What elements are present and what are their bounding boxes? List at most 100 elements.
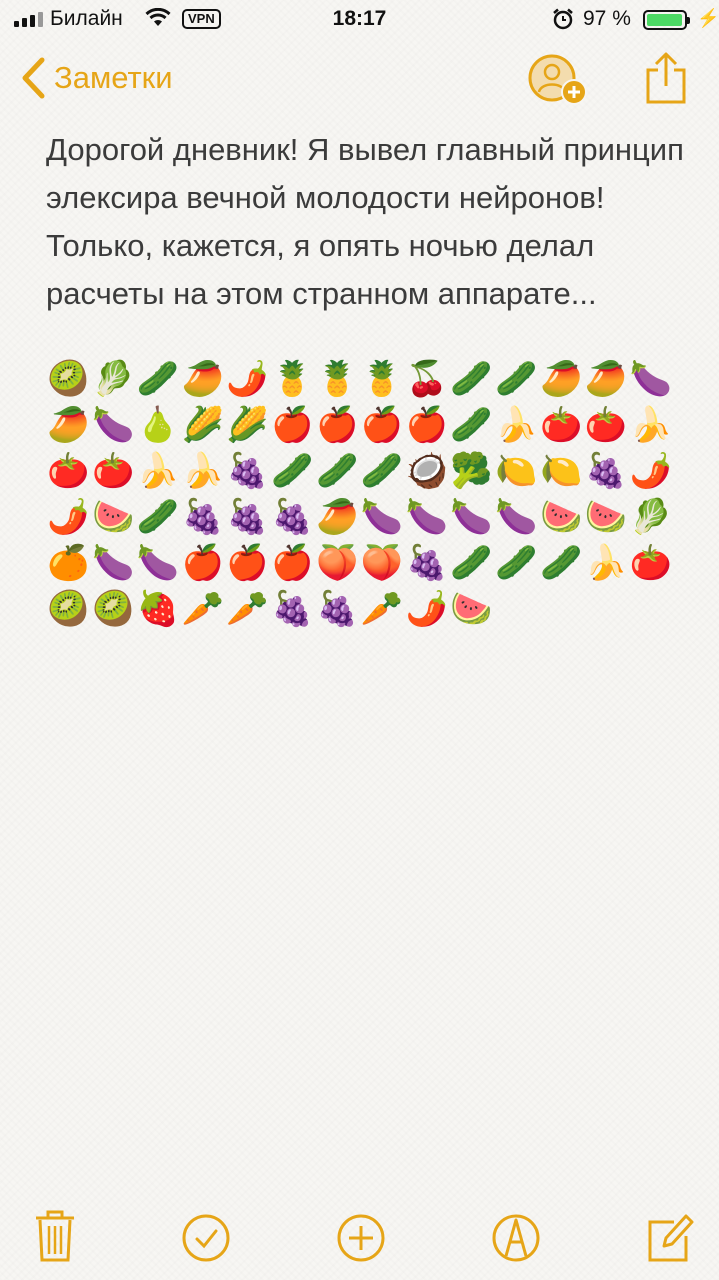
emoji-item: 🥕	[181, 590, 224, 628]
emoji-item: 🍎	[181, 544, 224, 582]
emoji-item: 🍌	[495, 406, 538, 444]
emoji-item: 🍊	[47, 544, 90, 582]
emoji-item: 🌶️	[405, 590, 448, 628]
emoji-item: 🍎	[360, 406, 404, 444]
emoji-item: 🍎	[316, 406, 359, 444]
emoji-item: 🍅	[539, 406, 583, 444]
emoji-item: 🥬	[629, 498, 672, 536]
emoji-item: 🌶️	[629, 452, 672, 490]
note-line: Только, кажется, я опять ночью делал рас…	[46, 228, 597, 311]
emoji-item: 🌽	[181, 406, 224, 444]
emoji-item: 🥒	[450, 406, 493, 444]
trash-icon[interactable]	[30, 1206, 80, 1266]
emoji-item: 🍉	[584, 498, 628, 536]
add-person-icon[interactable]	[526, 54, 590, 106]
emoji-item: 🥝	[92, 590, 135, 628]
markup-icon[interactable]	[491, 1206, 541, 1266]
emoji-item: 🍅	[92, 452, 135, 490]
emoji-item: 🍆	[136, 544, 180, 582]
battery-percent: 97 %	[583, 7, 631, 30]
note-body[interactable]: Дорогой дневник! Я вывел главный принцип…	[46, 126, 686, 318]
emoji-item: 🍓	[136, 590, 180, 628]
emoji-item: 🍇	[584, 452, 628, 490]
emoji-item: 🥭	[539, 360, 583, 398]
emoji-item: 🍇	[316, 590, 359, 628]
emoji-item: 🍎	[271, 544, 314, 582]
alarm-icon	[553, 8, 573, 30]
emoji-item: 🥬	[92, 360, 135, 398]
emoji-item: 🥥	[405, 452, 448, 490]
emoji-item: 🍅	[629, 544, 672, 582]
emoji-item: 🍎	[405, 406, 448, 444]
emoji-item: 🍌	[136, 452, 180, 490]
checklist-icon[interactable]	[181, 1206, 231, 1266]
emoji-item: 🥒	[495, 360, 538, 398]
emoji-item: 🍌	[584, 544, 628, 582]
share-icon[interactable]	[644, 50, 688, 106]
emoji-item: 🥭	[584, 360, 628, 398]
emoji-item: 🍍	[271, 360, 314, 398]
add-icon[interactable]	[336, 1206, 386, 1266]
emoji-item: 🍒	[405, 360, 448, 398]
emoji-item: 🍆	[450, 498, 493, 536]
emoji-item: 🥕	[226, 590, 269, 628]
emoji-item: 🌶️	[226, 360, 269, 398]
battery-icon	[643, 10, 690, 30]
note-line: Дорогой дневник! Я вывел главный принцип…	[46, 132, 684, 215]
emoji-item: 🍎	[226, 544, 269, 582]
emoji-item: 🥝	[47, 360, 90, 398]
emoji-item: 🍉	[450, 590, 493, 628]
emoji-item: 🍋	[495, 452, 538, 490]
emoji-item: 🥒	[360, 452, 404, 490]
emoji-item: 🍆	[629, 360, 672, 398]
emoji-item: 🥒	[450, 360, 493, 398]
emoji-item: 🍆	[92, 406, 135, 444]
emoji-item: 🥒	[316, 452, 359, 490]
emoji-item: 🍍	[360, 360, 404, 398]
emoji-item: 🥒	[271, 452, 314, 490]
emoji-item: 🥦	[450, 452, 493, 490]
emoji-item: 🥕	[360, 590, 404, 628]
emoji-item: 🍌	[181, 452, 224, 490]
emoji-item: 🍑	[360, 544, 404, 582]
emoji-item: 🍅	[584, 406, 628, 444]
emoji-item: 🍅	[47, 452, 90, 490]
emoji-item: 🥒	[136, 498, 180, 536]
emoji-item: 🍇	[226, 452, 269, 490]
back-button[interactable]: Заметки	[18, 56, 173, 100]
emoji-item: 🥒	[136, 360, 180, 398]
emoji-item: 🍆	[360, 498, 404, 536]
emoji-item: 🍇	[271, 498, 314, 536]
emoji-item: 🍇	[271, 590, 314, 628]
back-button-label: Заметки	[54, 60, 173, 95]
emoji-item: 🥭	[47, 406, 90, 444]
emoji-item: 🍎	[271, 406, 314, 444]
emoji-item: 🍑	[316, 544, 359, 582]
emoji-item: 🌶️	[47, 498, 90, 536]
emoji-item: 🍋	[539, 452, 583, 490]
emoji-item: 🥭	[316, 498, 359, 536]
emoji-item: 🍇	[405, 544, 448, 582]
emoji-item: 🍆	[92, 544, 135, 582]
emoji-item: 🥒	[450, 544, 493, 582]
emoji-item: 🥝	[47, 590, 90, 628]
emoji-item: 🍇	[226, 498, 269, 536]
emoji-item: 🌽	[226, 406, 269, 444]
emoji-item: 🥒	[539, 544, 583, 582]
emoji-item: 🥭	[181, 360, 224, 398]
emoji-item: 🍌	[629, 406, 672, 444]
bottom-toolbar	[0, 1206, 719, 1270]
emoji-item: 🍆	[495, 498, 538, 536]
navigation-bar: Заметки	[0, 50, 719, 110]
emoji-content: 🥝 🥬 🥒 🥭 🌶️ 🍍 🍍 🍍 🍒 🥒 🥒 🥭 🥭 🍆 🥭 🍆 🍐 🌽 🌽 🍎 🍎 🍎 🍎 🥒 🍌 🍅 🍅 🍌 🍅 🍅 🍌 🍌 🍇 🥒 🥒 🥒 🥥 🥦 🍋…	[46, 356, 686, 632]
emoji-item: 🍍	[316, 360, 359, 398]
emoji-item: 🍇	[181, 498, 224, 536]
emoji-item: 🍐	[136, 406, 180, 444]
compose-icon[interactable]	[644, 1206, 694, 1266]
emoji-item: 🍆	[405, 498, 448, 536]
emoji-item: 🍉	[539, 498, 583, 536]
chevron-left-icon	[22, 57, 45, 99]
status-bar: Билайн VPN 18:17 97 % ⚡	[0, 0, 719, 40]
emoji-item: 🥒	[495, 544, 538, 582]
charging-icon: ⚡	[697, 8, 719, 28]
